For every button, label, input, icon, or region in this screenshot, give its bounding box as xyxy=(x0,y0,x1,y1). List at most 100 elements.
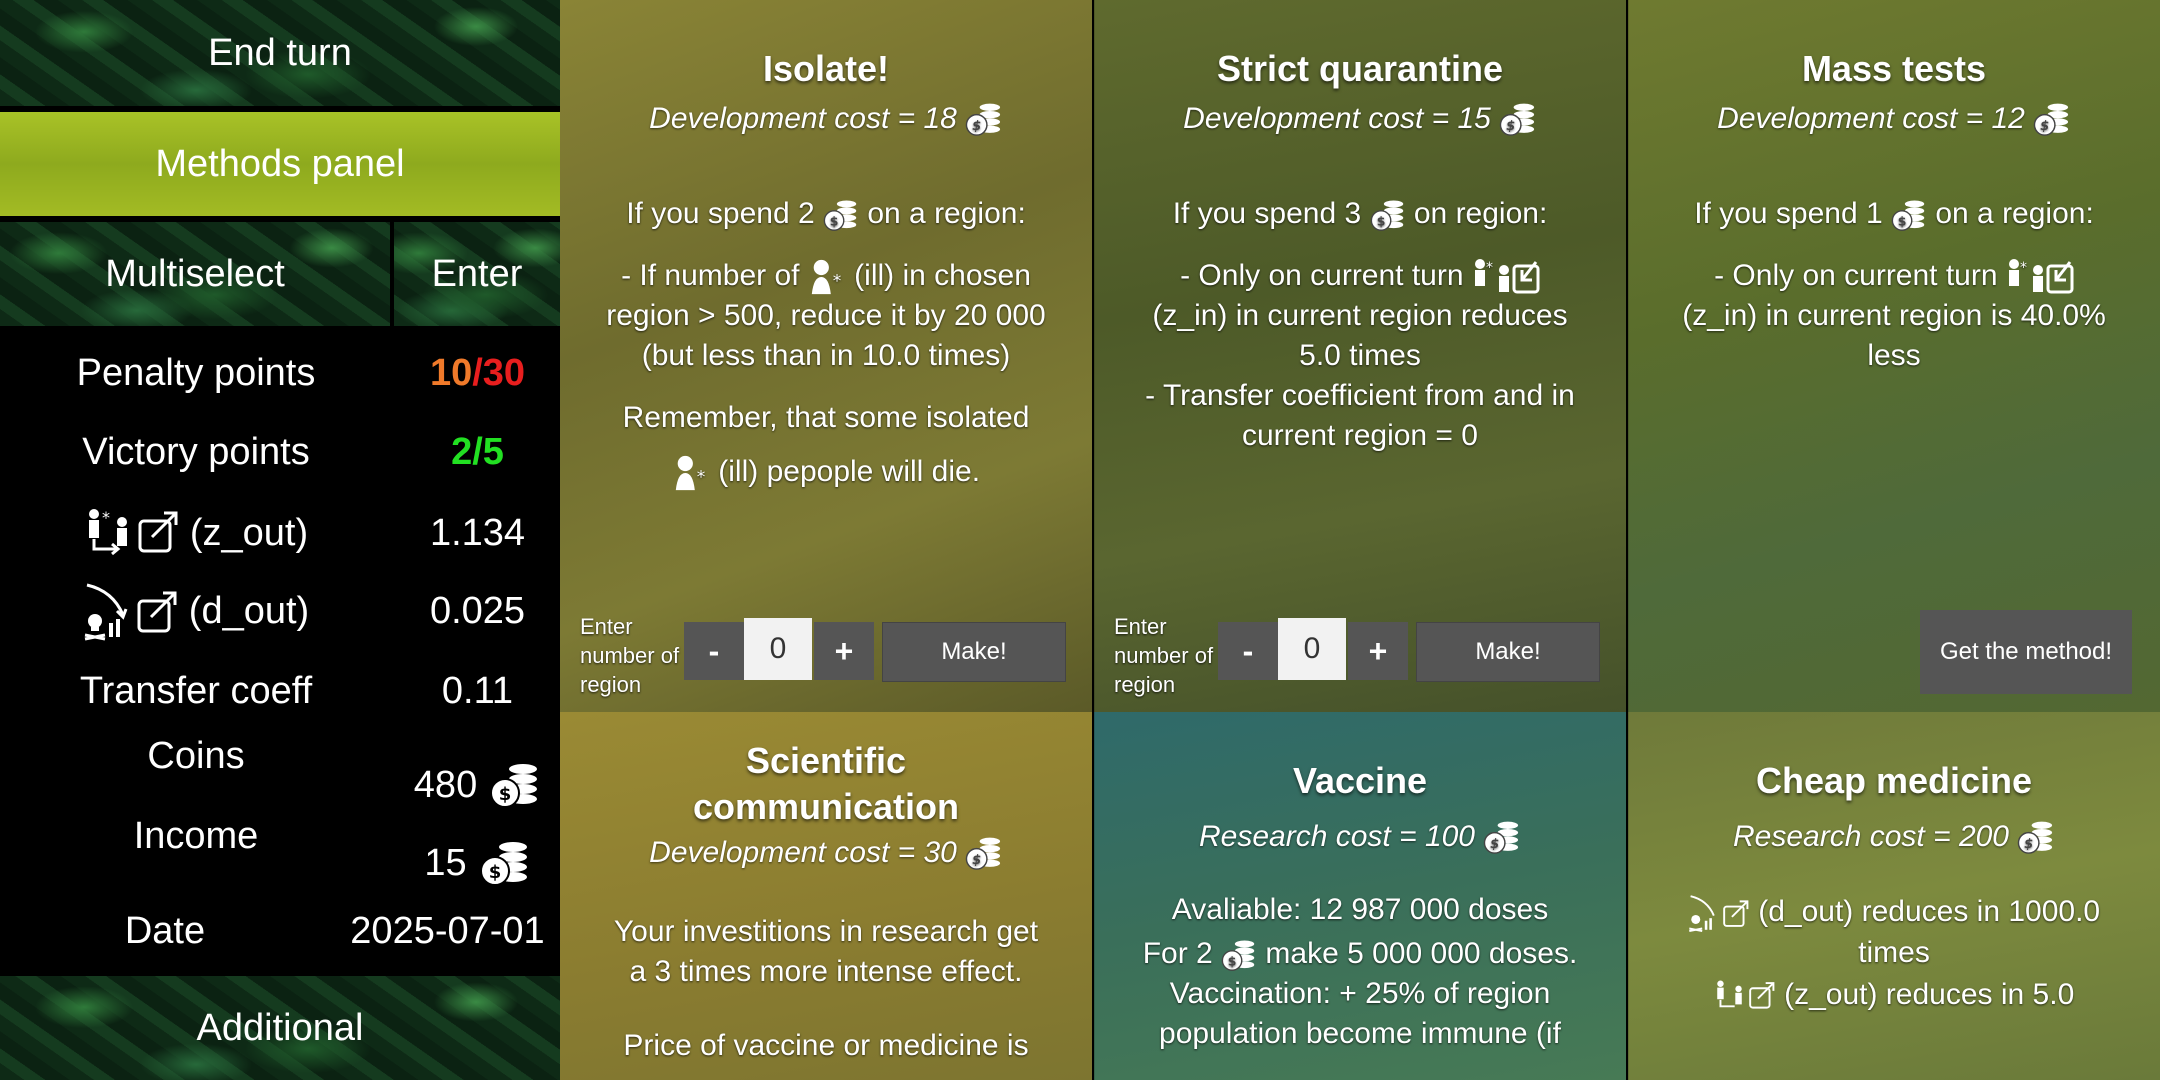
card-line: current region = 0 xyxy=(1242,419,1478,453)
make-button[interactable]: Make! xyxy=(1416,622,1600,682)
z-out-row: * (z_out) 1.134 xyxy=(0,498,560,568)
card-line: population become immune (if xyxy=(1159,1017,1561,1050)
svg-text:$: $ xyxy=(972,119,981,134)
card-line: (z_in) in current region reduces xyxy=(1152,299,1568,333)
text-part: on a region: xyxy=(1935,197,2094,230)
text-part: For 2 xyxy=(1142,937,1213,970)
methods-panel-button[interactable]: Methods panel xyxy=(0,112,560,216)
region-number-input[interactable]: 0 xyxy=(1278,618,1346,680)
additional-button[interactable]: Additional xyxy=(0,976,560,1080)
svg-text:$: $ xyxy=(1490,837,1499,852)
region-number-input[interactable]: 0 xyxy=(744,618,812,680)
svg-text:$: $ xyxy=(2024,837,2033,852)
z-out-icon xyxy=(1716,980,1775,1009)
card-line: a 3 times more intense effect. xyxy=(629,955,1023,988)
svg-text:*: * xyxy=(2020,260,2027,276)
coins-icon: $ xyxy=(2017,821,2053,854)
coins-icon: $ xyxy=(2033,103,2068,136)
card-cost: Development cost = 30 $ xyxy=(560,834,1092,872)
decrement-button[interactable]: - xyxy=(684,622,744,680)
d-out-label-wrap: (d_out) xyxy=(0,581,392,641)
card-line: region > 500, reduce it by 20 000 xyxy=(606,299,1046,333)
income-value-wrap: 15 $ xyxy=(400,837,555,889)
coins-label: Coins xyxy=(147,735,245,777)
date-row: Date 2025-07-01 xyxy=(0,896,560,966)
card-title: Strict quarantine xyxy=(1216,48,1504,89)
coins-icon: $ xyxy=(1370,200,1403,232)
make-button[interactable]: Make! xyxy=(882,622,1066,682)
card-line: 5.0 times xyxy=(1299,339,1421,373)
income-value: 15 xyxy=(424,841,467,884)
card-mass-tests: Mass tests Development cost = 12 $ If yo… xyxy=(1628,0,2160,712)
text-part: on a region: xyxy=(867,197,1026,230)
svg-text:$: $ xyxy=(1506,119,1515,134)
victory-value: 2/5 xyxy=(451,430,504,473)
card-line: If you spend 3 $ on region: xyxy=(1094,194,1626,234)
get-method-button[interactable]: Get the method! xyxy=(1920,610,2132,694)
d-out-icon xyxy=(1688,895,1749,933)
card-cost: Development cost = 15 $ xyxy=(1094,100,1626,138)
text-part: - If number of xyxy=(621,259,800,292)
coins-icon: $ xyxy=(1499,103,1534,136)
decrement-button[interactable]: - xyxy=(1218,622,1278,680)
card-line: Your investitions in research get xyxy=(613,915,1039,948)
svg-text:*: * xyxy=(1486,260,1493,276)
cost-text: Research cost = 100 xyxy=(1199,820,1475,853)
z-out-label: (z_out) xyxy=(189,511,309,554)
region-label: Enter number of region xyxy=(580,614,680,697)
increment-button[interactable]: + xyxy=(1348,622,1408,680)
d-out-row: (d_out) 0.025 xyxy=(0,576,560,646)
region-label: Enter number of region xyxy=(1114,614,1214,697)
svg-text:$: $ xyxy=(1898,213,1907,228)
multiselect-label: Multiselect xyxy=(105,252,285,295)
methods-panel-label: Methods panel xyxy=(155,142,405,185)
svg-text:$: $ xyxy=(830,213,839,228)
enter-button[interactable]: Enter xyxy=(394,222,560,326)
coins-icon: $ xyxy=(823,200,857,232)
coins-icon: $ xyxy=(490,764,538,808)
svg-text:$: $ xyxy=(1376,213,1385,228)
text-part: (ill) in chosen xyxy=(854,259,1031,292)
card-vaccine: Vaccine Research cost = 100 $ Avaliable:… xyxy=(1094,712,1626,1080)
income-label: Income xyxy=(133,815,259,857)
multiselect-button[interactable]: Multiselect xyxy=(0,222,390,326)
end-turn-button[interactable]: End turn xyxy=(0,0,560,106)
transfer-row: Transfer coeff 0.11 xyxy=(0,656,560,726)
transfer-label: Transfer coeff xyxy=(79,669,313,712)
card-line: times xyxy=(1858,936,1930,970)
svg-text:$: $ xyxy=(1228,953,1237,968)
card-cost: Development cost = 12 $ xyxy=(1628,100,2160,138)
increment-button[interactable]: + xyxy=(814,622,874,680)
ill-person-icon: * xyxy=(675,456,706,491)
svg-text:$: $ xyxy=(488,862,501,883)
card-line: Avaliable: 12 987 000 doses xyxy=(1171,893,1549,926)
coins-icon: $ xyxy=(965,103,1000,136)
svg-text:$: $ xyxy=(972,853,981,868)
z-out-icon: * xyxy=(88,508,178,556)
card-title: Scientific communication xyxy=(692,740,960,827)
end-turn-label: End turn xyxy=(208,31,352,74)
text-part: (d_out) reduces in 1000.0 xyxy=(1758,895,2101,928)
d-out-label: (d_out) xyxy=(188,589,310,632)
text-part: (z_out) reduces in 5.0 xyxy=(1784,978,2075,1012)
region-control: Enter number of region - 0 + Make! xyxy=(1114,612,1614,702)
card-title: Isolate! xyxy=(762,48,890,89)
coins-icon: $ xyxy=(1221,940,1255,972)
z-out-label-wrap: * (z_out) xyxy=(0,507,392,559)
coins-row: Coins 480 $ xyxy=(0,735,560,825)
card-cost: Development cost = 18 $ xyxy=(560,100,1092,138)
z-out-value: 1.134 xyxy=(429,511,526,554)
card-line: - Transfer coefficient from and in xyxy=(1145,379,1575,413)
card-line: (z_in) in current region is 40.0% xyxy=(1682,299,2106,333)
card-cost: Research cost = 200 $ xyxy=(1628,818,2160,856)
income-row: Income 15 $ xyxy=(0,815,560,905)
card-line: For 2 $ make 5 000 000 doses. xyxy=(1094,934,1626,974)
penalty-label: Penalty points xyxy=(76,351,316,394)
text-part: - Only on current turn xyxy=(1714,259,1998,292)
coins-value: 480 xyxy=(413,763,478,806)
cost-text: Development cost = 15 xyxy=(1183,102,1491,135)
card-line: - Only on current turn * xyxy=(1628,256,2160,296)
cost-text: Development cost = 12 xyxy=(1717,102,2025,135)
coins-icon: $ xyxy=(965,837,1000,870)
region-control: Enter number of region - 0 + Make! xyxy=(580,612,1080,702)
